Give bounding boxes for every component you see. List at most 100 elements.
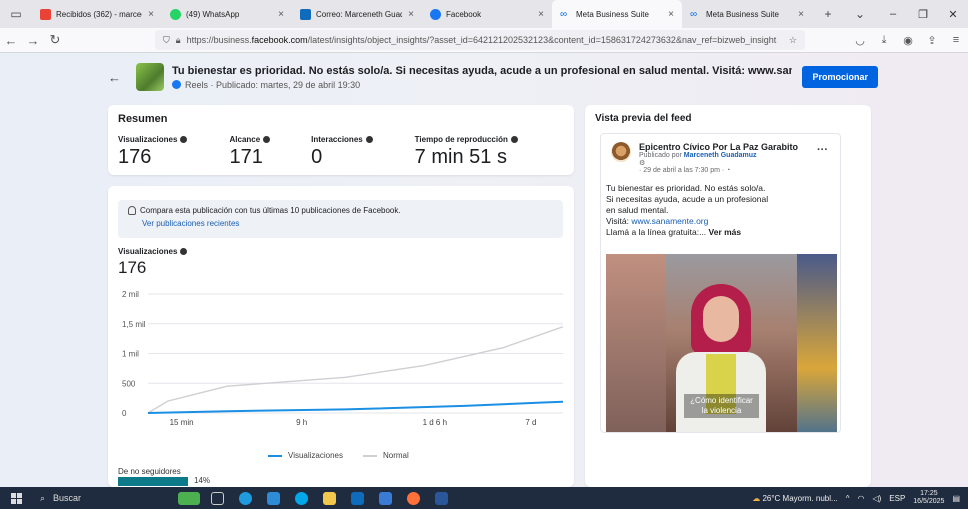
weather-widget[interactable]: ☁ 26°C Mayorm. nubl... [752, 494, 837, 503]
browser-tab[interactable]: Recibidos (362) - marcegua: × [32, 0, 162, 28]
views-value: 176 [118, 258, 147, 277]
close-tab-icon[interactable]: × [408, 9, 414, 20]
back-arrow-icon[interactable]: ← [0, 29, 22, 51]
close-tab-icon[interactable]: × [538, 9, 544, 20]
close-tab-icon[interactable]: × [798, 9, 804, 20]
gear-icon: ⚙ [639, 160, 646, 167]
info-icon[interactable] [510, 136, 518, 143]
restore-icon[interactable]: ❐ [908, 0, 938, 28]
address-bar[interactable]: ⛉ 🔒︎ https://business.facebook.com/lates… [155, 30, 805, 50]
wifi-icon[interactable]: ◠ [857, 494, 864, 503]
store-icon[interactable] [259, 487, 287, 509]
firefox-icon[interactable] [399, 487, 427, 509]
forward-arrow-icon[interactable]: → [22, 29, 44, 51]
word-icon[interactable] [427, 487, 455, 509]
info-icon[interactable] [180, 136, 188, 143]
close-tab-icon[interactable]: × [668, 9, 674, 20]
menu-icon[interactable]: ≡ [944, 34, 968, 47]
close-tab-icon[interactable]: × [278, 9, 284, 20]
download-icon[interactable]: ⤓ [872, 34, 896, 47]
bookmark-star-icon[interactable]: ☆ [789, 35, 797, 46]
lightbulb-icon [128, 206, 136, 216]
series-line-views [147, 400, 564, 414]
video-background [606, 254, 666, 432]
post-header: ← Tu bienestar es prioridad. No estás so… [108, 59, 878, 95]
website-link[interactable]: www.sanamente.org [631, 216, 708, 226]
compare-banner: Compara esta publicación con tus últimas… [118, 200, 563, 238]
see-more-link[interactable]: Ver más [709, 227, 742, 237]
legend-swatch [363, 454, 377, 457]
extensions-icon[interactable]: ⇪ [920, 34, 944, 47]
pocket-icon[interactable]: ◡ [848, 34, 872, 47]
lock-icon[interactable]: 🔒︎ [176, 35, 181, 46]
windows-start-icon[interactable] [0, 487, 32, 509]
browser-tab[interactable]: ∞ Meta Business Suite × [682, 0, 812, 28]
reload-icon[interactable]: ↻ [44, 29, 66, 51]
edge-icon[interactable] [231, 487, 259, 509]
close-icon[interactable]: ✕ [938, 0, 968, 28]
page-name[interactable]: Epicentro Cívico Por La Paz Garabito [639, 142, 798, 152]
metric-label: Tiempo de reproducción [414, 135, 508, 144]
tab-label: Facebook [446, 9, 482, 19]
volume-icon[interactable]: ◁) [872, 494, 881, 503]
info-icon[interactable] [180, 248, 188, 255]
views-line-chart: 0 500 1 mil 1,5 mil 2 mil 15 min 9 h 1 d 6 h 7 d [122, 290, 564, 427]
browser-tab-active[interactable]: ∞ Meta Business Suite × [552, 0, 682, 28]
legend-label: Normal [383, 451, 409, 460]
page-avatar[interactable] [611, 142, 631, 162]
tab-label: Correo: Marceneth Guadam [316, 9, 402, 19]
published-by: Publicado por Marceneth Guadamuz [639, 152, 757, 159]
legend-label: Visualizaciones [288, 451, 343, 460]
browser-tab[interactable]: Facebook × [422, 0, 552, 28]
publisher-link[interactable]: Marceneth Guadamuz [684, 152, 757, 159]
widgets-icon[interactable] [175, 487, 203, 509]
url-text: https://business.facebook.com/latest/ins… [186, 35, 777, 45]
taskbar-search[interactable]: ⌕ Buscar [32, 487, 172, 509]
notifications-icon[interactable]: ▤ [952, 494, 960, 503]
browser-tab[interactable]: Correo: Marceneth Guadam × [292, 0, 422, 28]
facebook-icon [172, 80, 181, 89]
reel-video[interactable]: ¿Cómo identificar la violencia [606, 254, 837, 432]
browser-tab[interactable]: (49) WhatsApp × [162, 0, 292, 28]
account-icon[interactable]: ◉ [896, 34, 920, 47]
taskbar: ⌕ Buscar ☁ 26°C Mayorm. nubl... ^ ◠ ◁) ES… [0, 487, 968, 509]
legend-swatch [268, 454, 282, 457]
close-tab-icon[interactable]: × [148, 9, 154, 20]
non-followers-bar [118, 477, 188, 486]
skype-icon[interactable] [287, 487, 315, 509]
outlook-icon[interactable] [343, 487, 371, 509]
browser-navbar: ← → ↻ ⛉ 🔒︎ https://business.facebook.com… [0, 28, 968, 53]
meta-icon: ∞ [690, 8, 698, 20]
chevron-down-icon[interactable]: ⌄ [844, 0, 876, 28]
back-arrow-icon[interactable]: ← [108, 70, 136, 85]
post-thumbnail [136, 63, 164, 91]
post-text: Tu bienestar es prioridad. No estás solo… [606, 183, 769, 237]
tray-chevron-icon[interactable]: ^ [846, 494, 850, 503]
recent-posts-link[interactable]: Ver publicaciones recientes [142, 219, 553, 228]
metric-value: 0 [311, 146, 323, 168]
video-background [797, 254, 837, 432]
search-icon: ⌕ [40, 492, 46, 503]
gmail-icon [40, 8, 51, 20]
language-indicator[interactable]: ESP [889, 494, 905, 503]
page-content: ← Tu bienestar es prioridad. No estás so… [0, 53, 968, 487]
clock[interactable]: 17:25 16/5/2025 [913, 490, 944, 506]
new-tab-icon[interactable]: + [812, 0, 844, 28]
info-icon[interactable] [365, 136, 373, 143]
promote-button[interactable]: Promocionar [802, 66, 878, 88]
window-controls: – ❐ ✕ [878, 0, 968, 28]
metric-reach: Alcance 171 [230, 135, 312, 169]
shield-icon[interactable]: ⛉ [163, 35, 170, 46]
more-options-icon[interactable]: ··· [817, 144, 828, 156]
people-icon[interactable] [371, 487, 399, 509]
minimize-icon[interactable]: – [878, 0, 908, 28]
post-date: ⚙ · 29 de abril a las 7:30 pm · ◔ [639, 160, 731, 174]
tab-label: Meta Business Suite [706, 9, 779, 19]
facebook-icon [430, 8, 441, 20]
tab-label: Recibidos (362) - marcegua: [56, 9, 142, 19]
task-view-icon[interactable] [203, 487, 231, 509]
file-explorer-icon[interactable] [315, 487, 343, 509]
info-icon[interactable] [263, 136, 271, 143]
tab-list-icon[interactable]: ▭ [0, 0, 32, 28]
series-line-normal [147, 326, 564, 414]
